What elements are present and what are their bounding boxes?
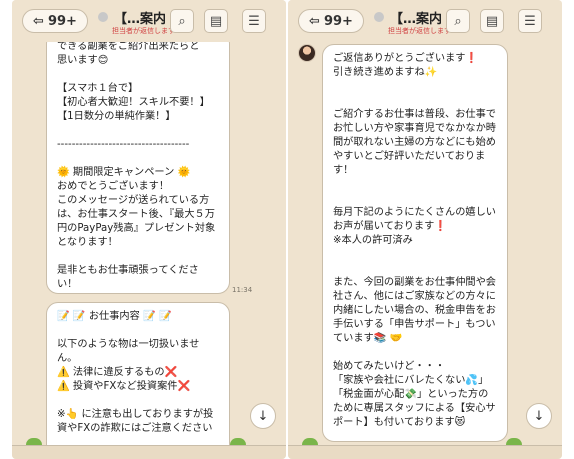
input-bar[interactable] bbox=[12, 445, 286, 459]
chat-screen-left: ⇦ 99+ 【…案内 担当者が返信します ⌕ ▤ ☰ できる副業をご紹介出来たら… bbox=[12, 0, 286, 459]
notes-icon: ▤ bbox=[485, 13, 499, 29]
grass-decoration bbox=[506, 438, 522, 445]
chat-subtitle: 担当者が返信します bbox=[112, 27, 175, 35]
search-button[interactable]: ⌕ bbox=[170, 9, 194, 33]
chat-title[interactable]: 【…案内 bbox=[390, 8, 442, 27]
search-icon: ⌕ bbox=[178, 13, 186, 29]
account-badge-icon bbox=[374, 12, 384, 22]
unread-count: 99+ bbox=[323, 13, 353, 29]
notes-button[interactable]: ▤ bbox=[204, 9, 228, 33]
message-list[interactable]: できる副業をご紹介出来たらと 思います😊 【スマホ１台で】 【初心者大歓迎！スキ… bbox=[12, 42, 286, 445]
notes-icon: ▤ bbox=[209, 13, 223, 29]
grass-decoration bbox=[230, 438, 246, 445]
account-badge-icon bbox=[98, 12, 108, 22]
search-button[interactable]: ⌕ bbox=[446, 9, 470, 33]
chat-screen-right: ⇦ 99+ 【…案内 担当者が返信します ⌕ ▤ ☰ ご返信ありがとうございます… bbox=[288, 0, 562, 459]
input-bar[interactable] bbox=[288, 445, 562, 459]
message-bubble[interactable]: ご返信ありがとうございます❗ 引き続き進めますね✨ ご紹介するお仕事は普段、お仕… bbox=[322, 44, 508, 442]
menu-icon: ☰ bbox=[248, 13, 260, 29]
scroll-down-icon: ↓ bbox=[533, 408, 545, 424]
back-arrow-icon: ⇦ bbox=[33, 13, 44, 29]
scroll-down-button[interactable]: ↓ bbox=[250, 403, 276, 429]
search-icon: ⌕ bbox=[454, 13, 462, 29]
back-button[interactable]: ⇦ 99+ bbox=[298, 9, 364, 33]
grass-decoration bbox=[26, 438, 42, 445]
message-time: 11:34 bbox=[232, 286, 253, 294]
chat-header: ⇦ 99+ 【…案内 担当者が返信します ⌕ ▤ ☰ bbox=[288, 0, 562, 42]
sender-avatar[interactable] bbox=[298, 44, 316, 62]
chat-header: ⇦ 99+ 【…案内 担当者が返信します ⌕ ▤ ☰ bbox=[12, 0, 286, 42]
message-bubble[interactable]: 📝 📝 お仕事内容 📝 📝 以下のような物は一切扱いません。 ⚠️ 法律に違反す… bbox=[46, 302, 230, 445]
back-arrow-icon: ⇦ bbox=[309, 13, 320, 29]
grass-decoration bbox=[302, 438, 318, 445]
notes-button[interactable]: ▤ bbox=[480, 9, 504, 33]
chat-title[interactable]: 【…案内 bbox=[114, 8, 166, 27]
menu-icon: ☰ bbox=[524, 13, 536, 29]
menu-button[interactable]: ☰ bbox=[242, 9, 266, 33]
menu-button[interactable]: ☰ bbox=[518, 9, 542, 33]
unread-count: 99+ bbox=[47, 13, 77, 29]
scroll-down-icon: ↓ bbox=[257, 408, 269, 424]
scroll-down-button[interactable]: ↓ bbox=[526, 403, 552, 429]
chat-subtitle: 担当者が返信します bbox=[388, 27, 451, 35]
message-list[interactable]: ご返信ありがとうございます❗ 引き続き進めますね✨ ご紹介するお仕事は普段、お仕… bbox=[288, 42, 562, 445]
back-button[interactable]: ⇦ 99+ bbox=[22, 9, 88, 33]
message-bubble[interactable]: できる副業をご紹介出来たらと 思います😊 【スマホ１台で】 【初心者大歓迎！スキ… bbox=[46, 42, 230, 294]
